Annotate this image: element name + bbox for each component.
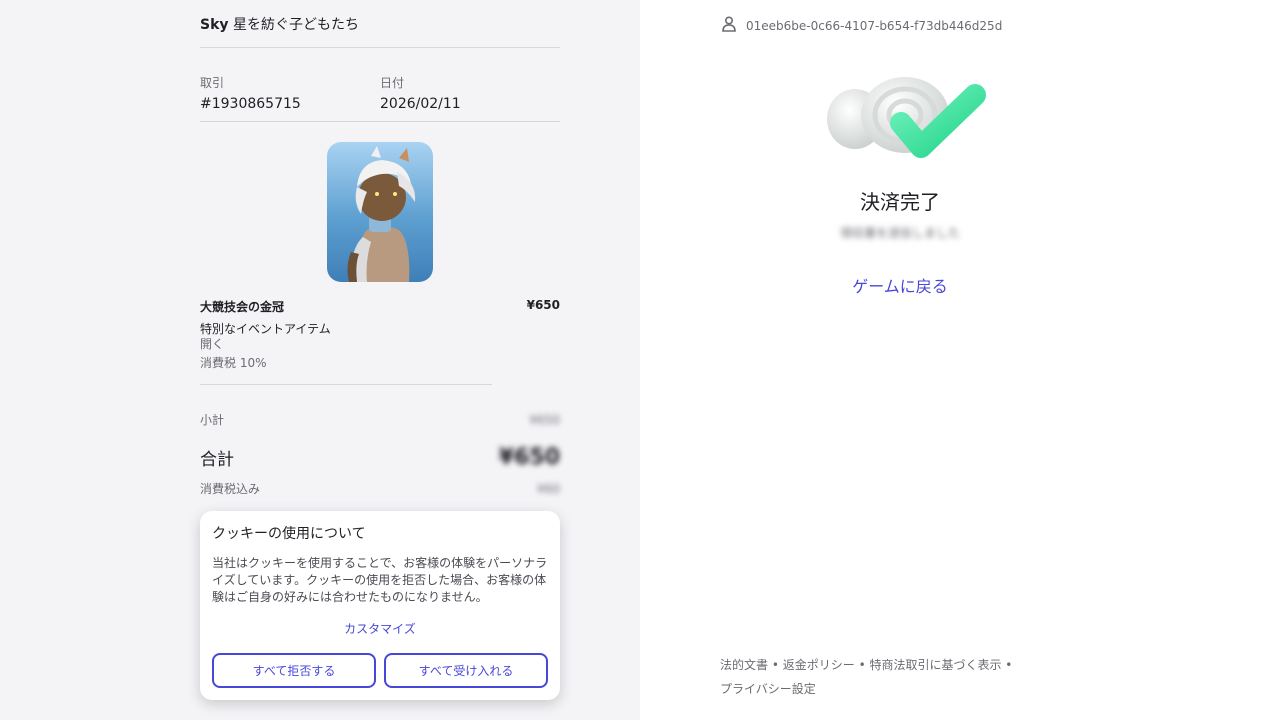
receipt-sent-message: 領収書を送信しました	[839, 226, 960, 240]
cookie-buttons: すべて拒否する すべて受け入れる	[212, 653, 548, 688]
checkmark-success-icon	[825, 75, 987, 170]
item-image	[327, 142, 433, 282]
tax-included-row: 消費税込み ¥60	[200, 480, 560, 497]
user-id: 01eeb6be-0c66-4107-b654-f73db446d25d	[746, 19, 1003, 33]
game-title-brand: Sky	[200, 17, 229, 33]
confirmation-panel: 01eeb6be-0c66-4107-b654-f73db446d25d 決済完…	[640, 0, 1280, 720]
cookie-body: 当社はクッキーを使用することで、お客様の体験をパーソナライズしています。クッキー…	[212, 556, 548, 604]
footer-separator: •	[768, 658, 783, 672]
item-tax-note: 消費税 10%	[200, 356, 267, 370]
item-price: ¥650	[526, 298, 560, 312]
total-label: 合計	[200, 450, 234, 470]
footer-links: 法的文書 • 返金ポリシー • 特商法取引に基づく表示 • プライバシー設定	[720, 653, 1040, 701]
footer-separator: •	[1001, 658, 1013, 672]
divider	[200, 47, 560, 48]
item-open-link[interactable]: 開く	[200, 335, 224, 352]
commerce-law-link[interactable]: 特商法取引に基づく表示	[869, 658, 1001, 672]
reject-all-cookies-button[interactable]: すべて拒否する	[212, 653, 376, 688]
order-meta: 取引 #1930865715 日付 2026/02/11	[200, 74, 560, 112]
subtotal-value: ¥650	[529, 412, 560, 427]
game-title: Sky 星を紡ぐ子どもたち	[200, 14, 560, 34]
item-name: 大競技会の金冠	[200, 300, 285, 314]
payment-complete-title: 決済完了	[860, 190, 940, 214]
cookie-customize-link[interactable]: カスタマイズ	[212, 620, 548, 637]
subtotal-label: 小計	[200, 413, 225, 427]
tax-included-value: ¥60	[537, 481, 560, 496]
item-row: 大競技会の金冠 ¥650	[200, 298, 560, 315]
date-info: 日付 2026/02/11	[380, 74, 560, 112]
legal-documents-link[interactable]: 法的文書	[720, 658, 768, 672]
refund-policy-link[interactable]: 返金ポリシー	[783, 658, 855, 672]
back-to-game-link[interactable]: ゲームに戻る	[640, 273, 1160, 297]
order-summary-panel: Sky 星を紡ぐ子どもたち 取引 #1930865715 日付 2026/02/…	[0, 0, 640, 720]
game-title-text: 星を紡ぐ子どもたち	[228, 17, 359, 33]
transaction-label: 取引	[200, 76, 225, 90]
user-icon	[722, 16, 736, 36]
transaction-value: #1930865715	[200, 96, 301, 112]
transaction-info: 取引 #1930865715	[200, 74, 380, 112]
privacy-settings-link[interactable]: プライバシー設定	[720, 682, 816, 696]
tax-included-label: 消費税込み	[200, 482, 261, 496]
cookie-consent-dialog: クッキーの使用について 当社はクッキーを使用することで、お客様の体験をパーソナラ…	[200, 511, 560, 700]
date-value: 2026/02/11	[380, 96, 461, 112]
subtotal-row: 小計 ¥650	[200, 411, 560, 428]
cookie-title: クッキーの使用について	[212, 526, 366, 542]
total-row: 合計 ¥650	[200, 445, 560, 470]
divider	[200, 121, 560, 122]
accept-all-cookies-button[interactable]: すべて受け入れる	[384, 653, 548, 688]
date-label: 日付	[380, 76, 405, 90]
footer-separator: •	[854, 658, 870, 672]
total-value: ¥650	[498, 445, 560, 470]
account-row: 01eeb6be-0c66-4107-b654-f73db446d25d	[722, 16, 1002, 36]
divider	[200, 384, 492, 385]
